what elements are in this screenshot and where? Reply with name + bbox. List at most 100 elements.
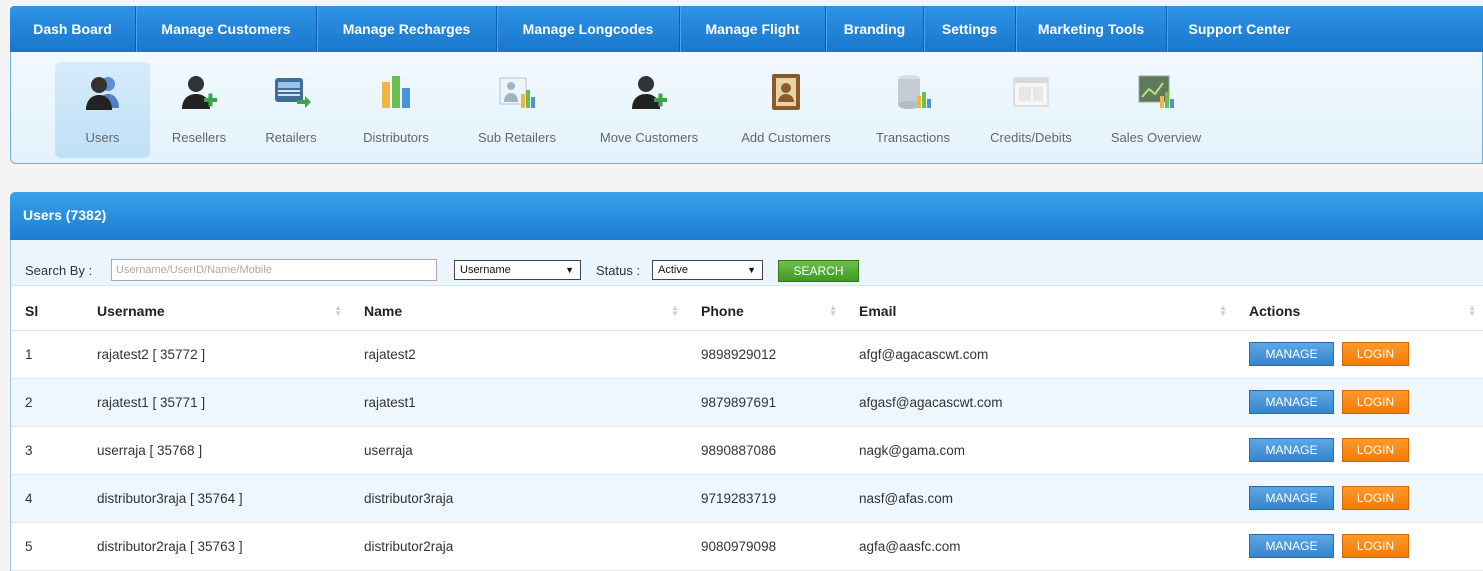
users-icon [85, 77, 119, 110]
header-username[interactable]: Username ▲ ▼ [83, 292, 350, 331]
tool-sub-retailers[interactable]: Sub Retailers [467, 62, 567, 158]
search-input[interactable] [111, 259, 437, 281]
login-button[interactable]: LOGIN [1342, 486, 1409, 510]
tool-credits-debits[interactable]: Credits/Debits [981, 62, 1081, 158]
window-icon [1013, 77, 1049, 107]
sort-icon: ▲ ▼ [334, 303, 342, 318]
cell-username: rajatest1 [ 35771 ] [83, 378, 350, 427]
header-label: Phone [701, 302, 744, 319]
cell-email: nagk@gama.com [845, 426, 1235, 475]
header-label: Actions [1249, 302, 1301, 319]
cell-phone: 9879897691 [687, 378, 845, 427]
distributors-icon [382, 76, 410, 108]
login-button[interactable]: LOGIN [1342, 390, 1409, 414]
dropdown-arrow-icon: ▼ [565, 265, 574, 275]
nav-dashboard[interactable]: Dash Board [10, 6, 136, 52]
table-header-row: Sl Username ▲ ▼ Name ▲ ▼ Phone ▲ ▼ Email ▲ ▼ Act… [11, 292, 1483, 331]
tool-sales-overview[interactable]: Sales Overview [1101, 62, 1211, 158]
cell-name: distributor3raja [350, 474, 687, 523]
tool-move-customers[interactable]: Move Customers [589, 62, 709, 158]
cell-email: agfa@aasfc.com [845, 522, 1235, 571]
sort-icon: ▲ ▼ [1219, 303, 1227, 318]
cell-sl: 4 [11, 474, 83, 523]
nav-manage-flight[interactable]: Manage Flight [680, 6, 826, 52]
resellers-icon [182, 76, 217, 109]
nav-marketing-tools[interactable]: Marketing Tools [1016, 6, 1167, 52]
table-row: 5 distributor2raja [ 35763 ] distributor… [11, 522, 1483, 571]
address-book-icon [772, 74, 800, 110]
search-button[interactable]: SEARCH [778, 260, 859, 282]
manage-button[interactable]: MANAGE [1249, 534, 1334, 558]
nav-branding[interactable]: Branding [826, 6, 924, 52]
cell-name: rajatest2 [350, 330, 687, 379]
tool-distributors[interactable]: Distributors [351, 62, 441, 158]
nav-manage-longcodes[interactable]: Manage Longcodes [497, 6, 680, 52]
manage-button[interactable]: MANAGE [1249, 486, 1334, 510]
manage-button[interactable]: MANAGE [1249, 342, 1334, 366]
nav-manage-recharges[interactable]: Manage Recharges [317, 6, 497, 52]
cell-actions: MANAGE LOGIN [1235, 474, 1483, 523]
table-row: 4 distributor3raja [ 35764 ] distributor… [11, 474, 1483, 523]
manage-button[interactable]: MANAGE [1249, 438, 1334, 462]
login-button[interactable]: LOGIN [1342, 438, 1409, 462]
users-panel-title: Users (7382) [10, 192, 1483, 240]
icon-toolbar: Users Resellers Retailers Distributors S… [10, 52, 1483, 164]
cell-username: rajatest2 [ 35772 ] [83, 330, 350, 379]
header-sl[interactable]: Sl [11, 292, 83, 331]
cell-email: afgasf@agacascwt.com [845, 378, 1235, 427]
header-label: Email [859, 302, 897, 319]
cell-actions: MANAGE LOGIN [1235, 330, 1483, 379]
retailers-icon [275, 78, 311, 108]
cell-actions: MANAGE LOGIN [1235, 378, 1483, 427]
header-name[interactable]: Name ▲ ▼ [350, 292, 687, 331]
sort-icon: ▲ ▼ [1468, 303, 1476, 318]
tool-add-customers[interactable]: Add Customers [731, 62, 841, 158]
header-phone[interactable]: Phone ▲ ▼ [687, 292, 845, 331]
table-row: 2 rajatest1 [ 35771 ] rajatest1 98798976… [11, 378, 1483, 427]
header-actions[interactable]: Actions ▲ ▼ [1235, 292, 1483, 331]
cell-actions: MANAGE LOGIN [1235, 426, 1483, 475]
cell-phone: 9898929012 [687, 330, 845, 379]
tool-transactions[interactable]: Transactions [863, 62, 963, 158]
cell-name: distributor2raja [350, 522, 687, 571]
header-label: Name [364, 302, 403, 319]
table-row: 3 userraja [ 35768 ] userraja 9890887086… [11, 426, 1483, 475]
cell-phone: 9719283719 [687, 474, 845, 523]
login-button[interactable]: LOGIN [1342, 534, 1409, 558]
tool-label: Transactions [876, 130, 950, 145]
database-chart-icon [898, 75, 931, 109]
status-label: Status : [596, 263, 641, 278]
nav-support-center[interactable]: Support Center [1167, 6, 1312, 52]
move-customers-icon [632, 76, 667, 109]
table-row: 1 rajatest2 [ 35772 ] rajatest2 98989290… [11, 330, 1483, 379]
cell-actions: MANAGE LOGIN [1235, 522, 1483, 571]
login-button[interactable]: LOGIN [1342, 342, 1409, 366]
cell-name: rajatest1 [350, 378, 687, 427]
manage-button[interactable]: MANAGE [1249, 390, 1334, 414]
search-by-label: Search By : [25, 263, 93, 278]
tool-label: Add Customers [741, 130, 831, 145]
search-field-select[interactable]: Username ▼ [454, 260, 581, 280]
users-panel: Search By : Username ▼ Status : Active ▼… [10, 240, 1483, 571]
cell-name: userraja [350, 426, 687, 475]
nav-settings[interactable]: Settings [924, 6, 1016, 52]
header-email[interactable]: Email ▲ ▼ [845, 292, 1235, 331]
header-label: Sl [25, 302, 39, 319]
tool-retailers[interactable]: Retailers [251, 62, 331, 158]
tool-label: Distributors [363, 130, 429, 145]
tool-label: Retailers [265, 130, 317, 145]
status-select[interactable]: Active ▼ [652, 260, 763, 280]
cell-username: distributor3raja [ 35764 ] [83, 474, 350, 523]
users-table: Sl Username ▲ ▼ Name ▲ ▼ Phone ▲ ▼ Email ▲ ▼ Act… [11, 292, 1483, 571]
cell-sl: 5 [11, 522, 83, 571]
dropdown-arrow-icon: ▼ [747, 265, 756, 275]
tool-label: Sales Overview [1110, 130, 1202, 145]
cell-sl: 2 [11, 378, 83, 427]
tool-label: Move Customers [599, 130, 699, 145]
search-field-value: Username [460, 264, 511, 276]
search-bar: Search By : Username ▼ Status : Active ▼… [11, 240, 1483, 286]
nav-manage-customers[interactable]: Manage Customers [136, 6, 317, 52]
tool-resellers[interactable]: Resellers [159, 62, 239, 158]
tool-users[interactable]: Users [55, 62, 150, 158]
sales-chart-icon [1138, 75, 1174, 108]
